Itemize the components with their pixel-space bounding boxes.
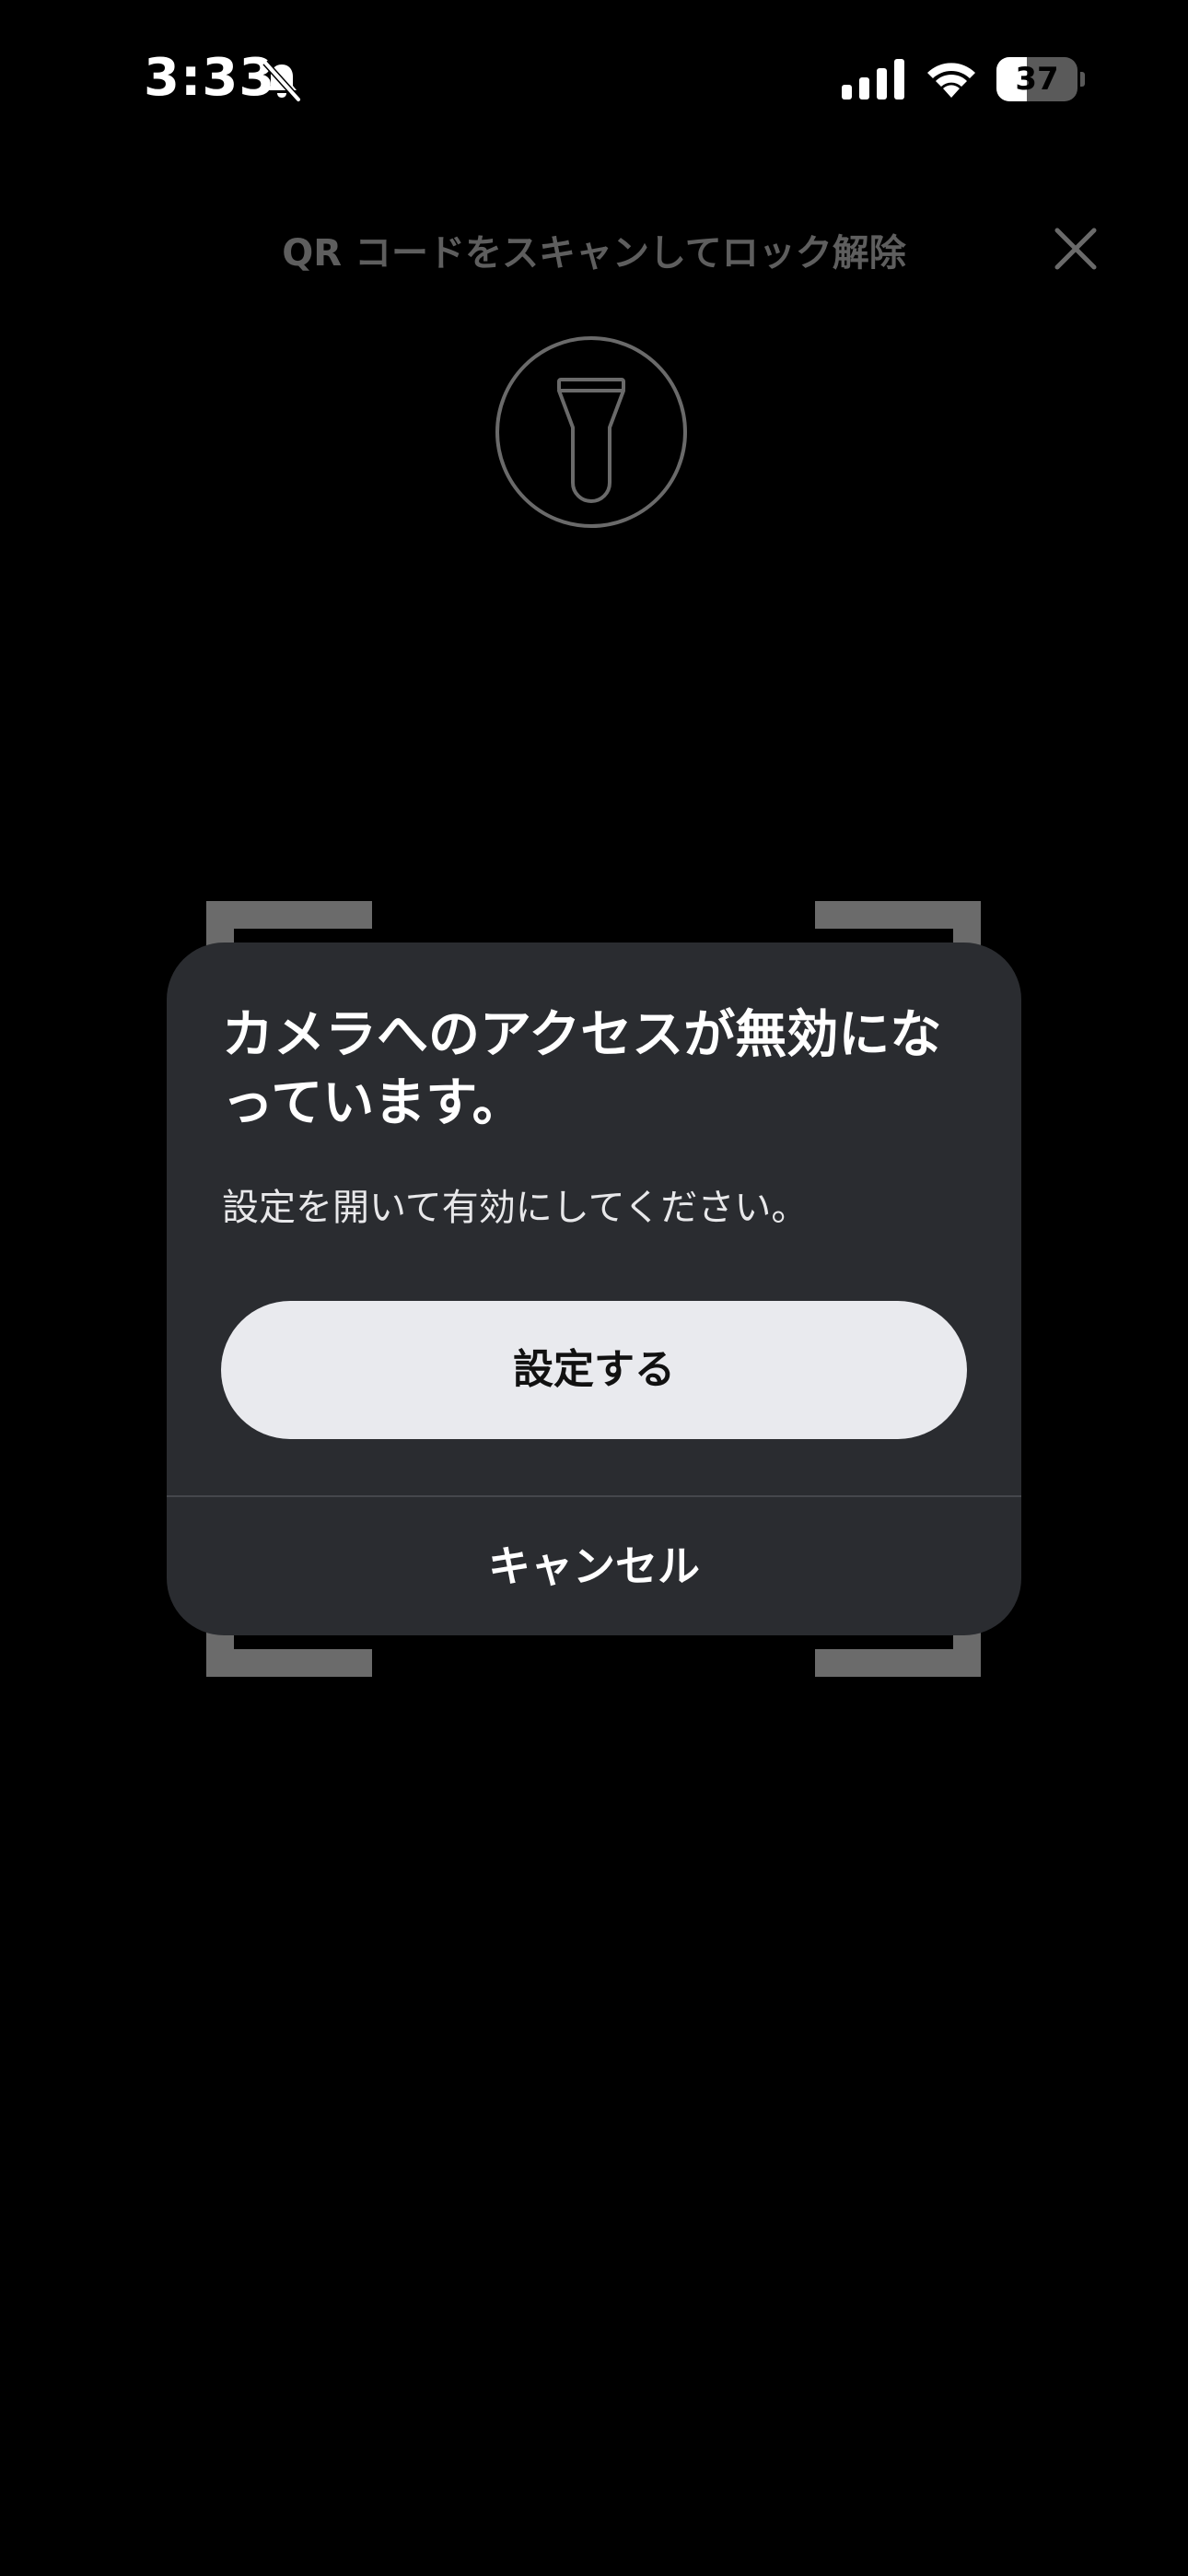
battery-level: 37 bbox=[1015, 61, 1059, 98]
battery-icon: 37 bbox=[996, 57, 1085, 101]
page-title: QR コードをスキャンしてロック解除 bbox=[282, 232, 906, 275]
cellular-signal-icon bbox=[842, 59, 904, 100]
bell-slash-icon bbox=[262, 60, 301, 102]
cancel-button[interactable]: キャンセル bbox=[167, 1497, 1021, 1635]
dialog-title: カメラへのアクセスが無効になっています。 bbox=[222, 1005, 942, 1133]
status-time: 3:33 bbox=[144, 48, 276, 108]
status-bar: 3:33 37 bbox=[0, 0, 1188, 157]
flashlight-icon[interactable] bbox=[495, 335, 688, 529]
close-icon[interactable] bbox=[1048, 221, 1103, 276]
dialog-message: 設定を開いて有効にしてください。 bbox=[222, 1187, 809, 1229]
camera-access-dialog: カメラへのアクセスが無効になっています。 設定を開いて有効にしてください。 設定… bbox=[167, 943, 1021, 1635]
wifi-icon bbox=[927, 63, 975, 98]
open-settings-button[interactable]: 設定する bbox=[221, 1301, 967, 1439]
